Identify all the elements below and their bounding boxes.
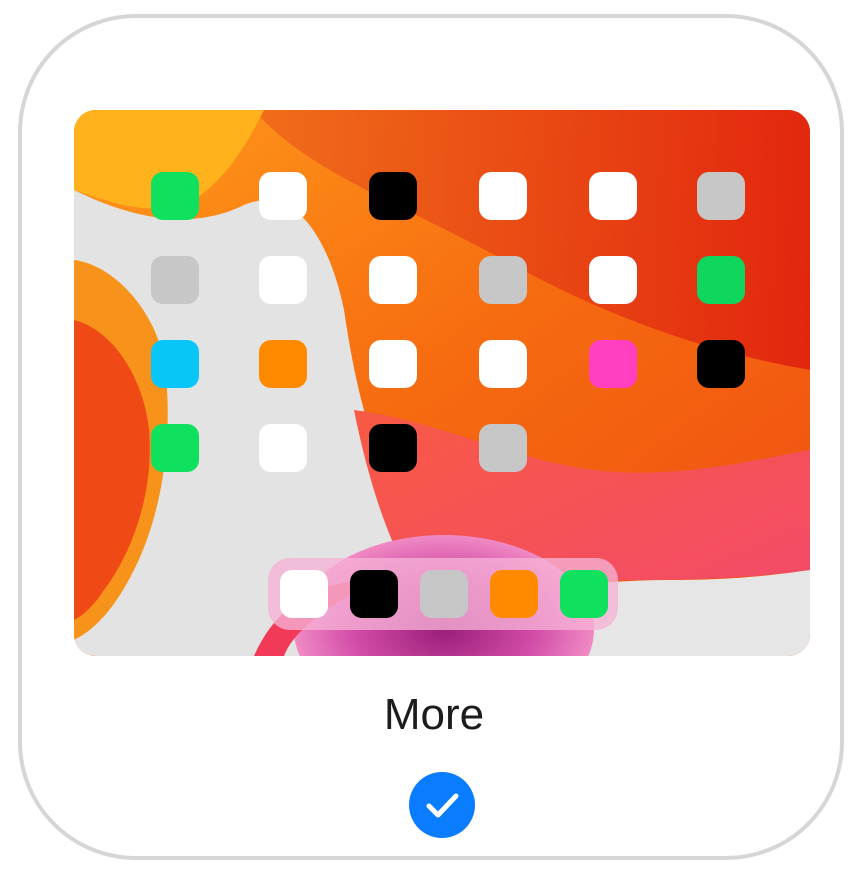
- dock-app-icon[interactable]: [420, 570, 468, 618]
- app-icon[interactable]: [479, 256, 527, 304]
- app-icon[interactable]: [589, 256, 637, 304]
- app-icon[interactable]: [369, 340, 417, 388]
- app-icon[interactable]: [479, 424, 527, 472]
- app-icon[interactable]: [589, 340, 637, 388]
- dock: [268, 558, 618, 630]
- app-icon[interactable]: [259, 256, 307, 304]
- dock-app-icon[interactable]: [560, 570, 608, 618]
- dock-app-icon[interactable]: [280, 570, 328, 618]
- option-label: More: [383, 690, 485, 739]
- app-icon[interactable]: [369, 256, 417, 304]
- app-icon[interactable]: [151, 340, 199, 388]
- app-icon[interactable]: [697, 340, 745, 388]
- selected-check-button[interactable]: [409, 772, 475, 838]
- dock-app-icon[interactable]: [350, 570, 398, 618]
- app-icon[interactable]: [369, 172, 417, 220]
- app-icon[interactable]: [151, 172, 199, 220]
- app-icon[interactable]: [259, 172, 307, 220]
- app-icon[interactable]: [479, 340, 527, 388]
- app-icon[interactable]: [259, 340, 307, 388]
- app-icon[interactable]: [479, 172, 527, 220]
- app-icon[interactable]: [151, 424, 199, 472]
- checkmark-icon: [426, 793, 459, 818]
- app-icon[interactable]: [697, 256, 745, 304]
- app-icon[interactable]: [697, 172, 745, 220]
- app-icon[interactable]: [259, 424, 307, 472]
- app-icon[interactable]: [369, 424, 417, 472]
- app-icon[interactable]: [151, 256, 199, 304]
- dock-app-icon[interactable]: [490, 570, 538, 618]
- home-screen-preview: [74, 110, 810, 656]
- app-icon[interactable]: [589, 172, 637, 220]
